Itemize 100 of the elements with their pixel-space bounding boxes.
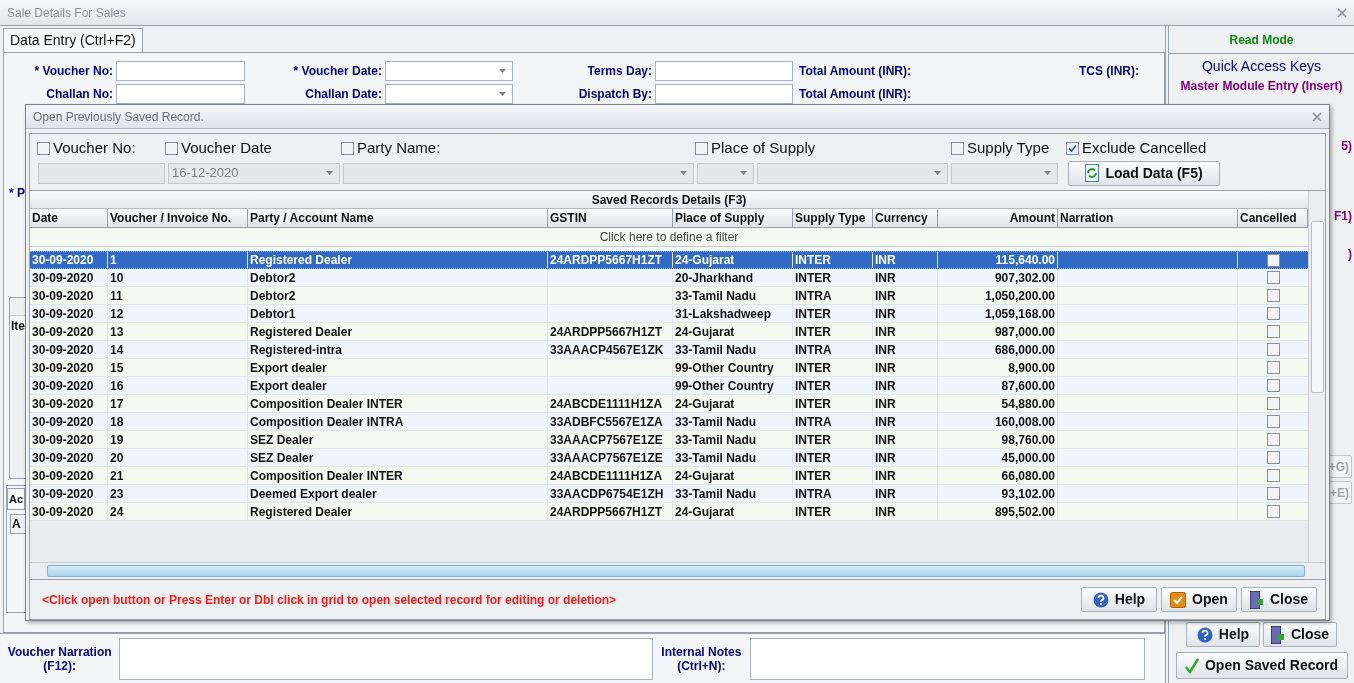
checkbox[interactable] — [695, 141, 708, 155]
checkbox[interactable] — [37, 141, 50, 155]
table-row[interactable]: 30-09-2020 14 Registered-intra 33AAACP4567E1ZK 33-Tamil Nadu INTRA INR 686,000.00 — [30, 341, 1308, 359]
table-row[interactable]: 30-09-2020 16 Export dealer 99-Other Country INTER INR 87,600.00 — [30, 377, 1308, 395]
column-header[interactable]: Voucher / Invoice No. — [108, 209, 248, 227]
column-header[interactable]: Amount — [938, 209, 1058, 227]
load-data-button[interactable]: Load Data (F5) — [1068, 160, 1220, 186]
check-icon — [1184, 657, 1199, 674]
close-icon[interactable] — [1337, 7, 1347, 18]
table-cell: INTER — [793, 305, 873, 322]
checkbox[interactable] — [341, 141, 354, 155]
total-label: Total Amount (INR): — [799, 63, 912, 80]
table-row[interactable]: 30-09-2020 12 Debtor1 31-Lakshadweep INTER INR 1,059,168.00 — [30, 305, 1308, 323]
table-cell: 30-09-2020 — [30, 485, 108, 502]
table-cell: 93,102.00 — [938, 485, 1058, 502]
checkbox[interactable] — [1266, 307, 1280, 320]
tab[interactable]: Data Entry (Ctrl+F2) — [3, 28, 143, 52]
narration-field[interactable] — [119, 637, 653, 680]
checkbox[interactable] — [1266, 433, 1280, 446]
checkbox[interactable] — [1266, 343, 1280, 356]
table-cell: Composition Dealer INTER — [248, 395, 548, 412]
table-cell: 99-Other Country — [673, 359, 793, 376]
close-button[interactable]: Close — [1263, 622, 1337, 647]
column-header[interactable]: Party / Account Name — [248, 209, 548, 227]
open-button[interactable]: Open — [1161, 587, 1237, 612]
table-row[interactable]: 30-09-2020 10 Debtor2 20-Jharkhand INTER INR 907,302.00 — [30, 269, 1308, 287]
table-row[interactable]: 30-09-2020 1 Registered Dealer 24ARDPP5667H1ZT 24-Gujarat INTER INR 115,640.00 — [30, 251, 1308, 269]
table-cell: 20 — [108, 449, 248, 466]
table-cell: 24ARDPP5667H1ZT — [548, 503, 673, 520]
table-row[interactable]: 30-09-2020 19 SEZ Dealer 33AAACP7567E1ZE 33-Tamil Nadu INTER INR 98,760.00 — [30, 431, 1308, 449]
table-row[interactable]: 30-09-2020 24 Registered Dealer 24ARDPP5667H1ZT 24-Gujarat INTER INR 895,502.00 — [30, 503, 1308, 521]
filter-label: Exclude Cancelled — [1082, 137, 1207, 158]
table-cell: INTRA — [793, 341, 873, 358]
help-button[interactable]: Help — [1081, 587, 1157, 612]
checkbox[interactable] — [1266, 289, 1280, 302]
table-cell: INTER — [793, 377, 873, 394]
checkbox[interactable] — [1266, 505, 1280, 518]
input-field[interactable] — [655, 84, 793, 104]
column-header[interactable]: Currency — [873, 209, 938, 227]
shortcut-link[interactable]: ) — [1348, 245, 1352, 263]
notes-field[interactable] — [750, 637, 1145, 680]
column-header[interactable]: Narration — [1058, 209, 1238, 227]
date-field[interactable] — [385, 61, 513, 81]
input-field[interactable] — [116, 61, 245, 81]
table-row[interactable]: 30-09-2020 15 Export dealer 99-Other Country INTER INR 8,900.00 — [30, 359, 1308, 377]
column-header[interactable]: Date — [30, 209, 108, 227]
dropdown-field[interactable] — [951, 162, 1058, 184]
help-button[interactable]: Help — [1186, 622, 1260, 647]
tab[interactable]: Ac — [7, 488, 26, 510]
table-cell: Deemed Export dealer — [248, 485, 548, 502]
table-row[interactable]: 30-09-2020 18 Composition Dealer INTRA 33ADBFC5567E1ZA 33-Tamil Nadu INTRA INR 160,008.00 — [30, 413, 1308, 431]
instruction-message: <Click open button or Press Enter or Dbl click in grid to open selected record for editing or deletion> — [42, 591, 617, 609]
column-header[interactable]: Place of Supply — [673, 209, 793, 227]
checkbox[interactable] — [1266, 415, 1280, 428]
table-cell: 33-Tamil Nadu — [673, 449, 793, 466]
checkbox[interactable] — [1266, 451, 1280, 464]
caret-icon — [740, 171, 747, 175]
close-icon[interactable] — [1312, 111, 1322, 122]
checkbox[interactable] — [1266, 271, 1280, 284]
table-row[interactable]: 30-09-2020 17 Composition Dealer INTER 24ABCDE1111H1ZA 24-Gujarat INTER INR 54,880.00 — [30, 395, 1308, 413]
checkbox[interactable] — [1266, 253, 1280, 267]
table-cell: INTER — [793, 269, 873, 286]
open-saved-record-button[interactable]: Open Saved Record — [1175, 652, 1348, 679]
field-label: Challan Date: — [304, 86, 383, 103]
date-field[interactable] — [385, 84, 513, 104]
checkbox[interactable] — [951, 141, 964, 155]
close-button[interactable]: Close — [1241, 587, 1317, 612]
checkbox[interactable] — [1066, 141, 1079, 155]
horizontal-scrollbar[interactable] — [30, 562, 1325, 579]
checkbox[interactable] — [1266, 469, 1280, 482]
table-row[interactable]: 30-09-2020 21 Composition Dealer INTER 24ABCDE1111H1ZA 24-Gujarat INTER INR 66,080.00 — [30, 467, 1308, 485]
input-field[interactable] — [38, 162, 165, 184]
table-cell: 33-Tamil Nadu — [673, 431, 793, 448]
dropdown-field[interactable] — [697, 162, 754, 184]
column-header[interactable]: GSTIN — [548, 209, 673, 227]
table-row[interactable]: 30-09-2020 13 Registered Dealer 24ARDPP5667H1ZT 24-Gujarat INTER INR 987,000.00 — [30, 323, 1308, 341]
table-cell: 33-Tamil Nadu — [673, 485, 793, 502]
filter-row[interactable]: Click here to define a filter — [30, 228, 1308, 247]
input-field[interactable] — [116, 84, 245, 104]
table-cell: 1 — [108, 252, 248, 268]
shortcut-link[interactable]: 5) — [1341, 137, 1352, 155]
table-row[interactable]: 30-09-2020 23 Deemed Export dealer 33AACDP6754E1ZH 33-Tamil Nadu INTRA INR 93,102.00 — [30, 485, 1308, 503]
checkbox[interactable] — [165, 141, 178, 155]
table-cell: 33ADBFC5567E1ZA — [548, 413, 673, 430]
checkbox[interactable] — [1266, 397, 1280, 410]
checkbox[interactable] — [1266, 487, 1280, 500]
column-header[interactable]: Supply Type — [793, 209, 873, 227]
dropdown-field[interactable] — [343, 162, 694, 184]
checkbox[interactable] — [1266, 361, 1280, 374]
dropdown-field[interactable] — [757, 162, 948, 184]
table-cell: Registered Dealer — [248, 323, 548, 340]
input-field[interactable] — [655, 61, 793, 81]
shortcut-link[interactable]: Master Module Entry (Insert) — [1169, 77, 1354, 95]
table-row[interactable]: 30-09-2020 20 SEZ Dealer 33AAACP7567E1ZE 33-Tamil Nadu INTER INR 45,000.00 — [30, 449, 1308, 467]
table-cell: Export dealer — [248, 359, 548, 376]
vertical-scrollbar[interactable] — [1308, 191, 1325, 562]
table-row[interactable]: 30-09-2020 11 Debtor2 33-Tamil Nadu INTRA INR 1,050,200.00 — [30, 287, 1308, 305]
checkbox[interactable] — [1266, 379, 1280, 392]
shortcut-link[interactable]: F1) — [1334, 207, 1352, 225]
checkbox[interactable] — [1266, 325, 1280, 338]
